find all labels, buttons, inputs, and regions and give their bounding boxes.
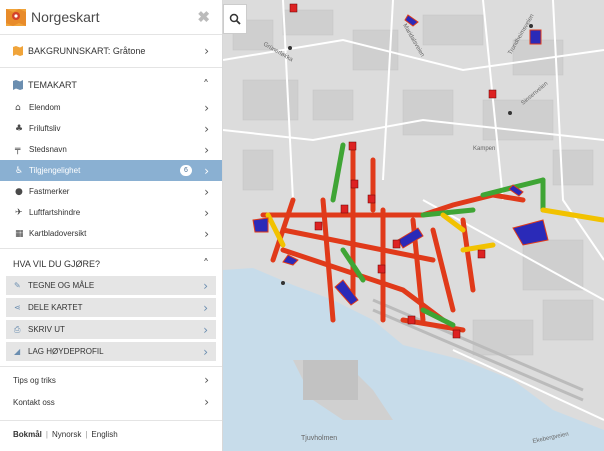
chevron-right-icon: ›: [204, 163, 209, 178]
share-icon: ⋖: [14, 303, 21, 312]
sidebar: Norgeskart ✖ BAKGRUNNSKART: Gråtone › TE…: [0, 0, 223, 451]
background-map-label: BAKGRUNNSKART: Gråtone: [28, 46, 146, 56]
divider: [0, 420, 222, 421]
chevron-right-icon: ›: [204, 121, 209, 136]
signpost-icon: ╤: [15, 144, 21, 155]
tips-label: Tips og triks: [13, 375, 56, 385]
theme-item-tilgjengelighet[interactable]: ♿ Tilgjengelighet 6 ›: [0, 160, 222, 181]
chevron-right-icon: ›: [204, 100, 209, 115]
chevron-right-icon: ›: [203, 344, 208, 359]
search-icon: [229, 13, 241, 25]
chevron-right-icon: ›: [204, 395, 209, 409]
map-icon: ▦: [15, 228, 24, 239]
chevron-right-icon: ›: [204, 44, 209, 58]
wheelchair-icon: ♿: [15, 165, 24, 176]
theme-item-label: Friluftsliv: [29, 124, 61, 133]
logo-icon: [6, 9, 26, 26]
chevron-right-icon: ›: [204, 205, 209, 220]
tree-icon: ♣: [15, 123, 24, 134]
chevron-up-icon: ˄: [203, 77, 209, 92]
language-bokmal[interactable]: Bokmål: [13, 430, 46, 439]
language-english[interactable]: English: [87, 430, 121, 439]
map-icon: [13, 79, 23, 90]
app-title: Norgeskart: [31, 9, 100, 25]
close-icon[interactable]: ✖: [197, 8, 210, 26]
theme-item-label: Tilgjengelighet: [29, 166, 81, 175]
map-street-label: Kampen: [473, 146, 495, 152]
actions-heading[interactable]: HVA VIL DU GJØRE? ˄: [0, 251, 222, 276]
chevron-right-icon: ›: [204, 226, 209, 241]
theme-item-fastmerker[interactable]: ● Fastmerker ›: [0, 181, 222, 202]
chevron-right-icon: ›: [203, 322, 208, 337]
theme-maps-title: TEMAKART: [28, 79, 77, 90]
chevron-right-icon: ›: [203, 278, 208, 293]
theme-item-elendom[interactable]: ⌂ Elendom ›: [0, 97, 222, 118]
actions-title: HVA VIL DU GJØRE?: [13, 258, 101, 269]
tool-label: SKRIV UT: [28, 325, 65, 334]
theme-item-stedsnavn[interactable]: ╤ Stedsnavn ›: [0, 139, 222, 160]
pencil-icon: ✎: [14, 281, 21, 290]
tool-label: LAG HØYDEPROFIL: [28, 347, 104, 356]
theme-item-label: Stedsnavn: [29, 145, 67, 154]
tips-link[interactable]: Tips og triks ›: [0, 369, 222, 391]
divider: [0, 248, 222, 249]
chevron-right-icon: ›: [204, 373, 209, 387]
count-badge: 6: [180, 165, 192, 176]
theme-maps-heading[interactable]: TEMAKART ˄: [0, 72, 222, 97]
chevron-right-icon: ›: [203, 300, 208, 315]
map-icon: [13, 46, 23, 56]
theme-item-label: Elendom: [29, 103, 61, 112]
chevron-up-icon: ˄: [203, 256, 209, 271]
house-icon: ⌂: [15, 102, 21, 113]
contact-label: Kontakt oss: [13, 397, 55, 407]
map-canvas[interactable]: Grünerløkka Maridalsveien Trondheimsveie…: [223, 0, 604, 451]
chevron-right-icon: ›: [204, 184, 209, 199]
chevron-right-icon: ›: [204, 142, 209, 157]
share-map-button[interactable]: ⋖ DELE KARTET ›: [6, 298, 216, 317]
app-header: Norgeskart ✖: [0, 0, 222, 35]
theme-item-friluftsliv[interactable]: ♣ Friluftsliv ›: [0, 118, 222, 139]
language-selector: Bokmål | Nynorsk | English: [13, 430, 122, 439]
divider: [0, 366, 222, 367]
contact-link[interactable]: Kontakt oss ›: [0, 391, 222, 413]
search-button[interactable]: [223, 4, 247, 34]
chart-icon: ◢: [14, 347, 21, 356]
theme-item-label: Luftfartshindre: [29, 208, 81, 217]
elevation-profile-button[interactable]: ◢ LAG HØYDEPROFIL ›: [6, 342, 216, 361]
background-map-selector[interactable]: BAKGRUNNSKART: Gråtone ›: [0, 35, 222, 68]
airplane-icon: ✈: [15, 207, 23, 218]
map-place-label: Tjuvholmen: [301, 435, 337, 442]
map-graphic[interactable]: Grünerløkka Maridalsveien Trondheimsveie…: [223, 0, 604, 451]
print-button[interactable]: ⎙ SKRIV UT ›: [6, 320, 216, 339]
tool-label: DELE KARTET: [28, 303, 83, 312]
printer-icon: ⎙: [14, 324, 21, 334]
pin-icon: ●: [15, 186, 23, 197]
tool-label: TEGNE OG MÅLE: [28, 281, 95, 290]
language-nynorsk[interactable]: Nynorsk: [48, 430, 85, 439]
draw-measure-button[interactable]: ✎ TEGNE OG MÅLE ›: [6, 276, 216, 295]
theme-item-label: Fastmerker: [29, 187, 70, 196]
theme-item-kartbladoversikt[interactable]: ▦ Kartbladoversikt ›: [0, 223, 222, 244]
theme-item-luftfartshindre[interactable]: ✈ Luftfartshindre ›: [0, 202, 222, 223]
theme-item-label: Kartbladoversikt: [29, 229, 87, 238]
